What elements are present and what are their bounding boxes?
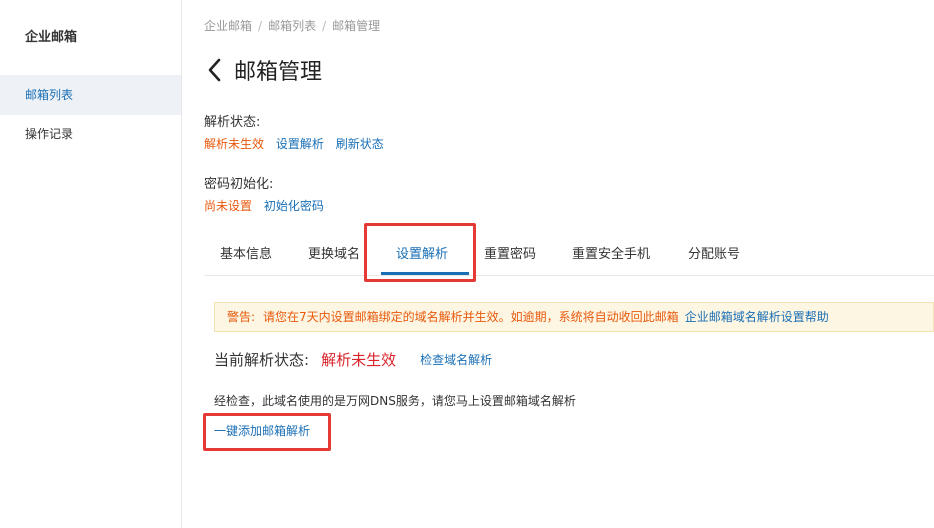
current-status-line: 当前解析状态: 解析未生效 检查域名解析	[214, 347, 492, 371]
breadcrumb-separator: /	[258, 19, 263, 33]
breadcrumb-item-enterprise-mail[interactable]: 企业邮箱	[204, 19, 252, 33]
chevron-left-icon[interactable]	[204, 56, 224, 84]
resolve-help-link[interactable]: 企业邮箱域名解析设置帮助	[685, 310, 829, 324]
warning-text: 请您在7天内设置邮箱绑定的域名解析并生效。如逾期，系统将自动收回此邮箱	[263, 310, 679, 324]
tab-change-domain[interactable]: 更换域名	[308, 236, 360, 276]
page-title: 邮箱管理	[234, 60, 323, 85]
current-status-value: 解析未生效	[321, 350, 397, 369]
set-resolve-link[interactable]: 设置解析	[276, 137, 324, 151]
warning-label: 警告:	[227, 310, 256, 324]
breadcrumb-separator: /	[322, 19, 327, 33]
tab-reset-security-phone[interactable]: 重置安全手机	[572, 236, 650, 276]
check-domain-resolve-link[interactable]: 检查域名解析	[420, 351, 492, 368]
password-init-label: 密码初始化:	[204, 177, 274, 192]
sidebar-brand: 企业邮箱	[25, 30, 78, 45]
password-init-row: 尚未设置 初始化密码	[204, 197, 332, 214]
check-result-message: 经检查，此域名使用的是万网DNS服务，请您马上设置邮箱域名解析	[214, 394, 576, 408]
tab-bar: 基本信息 更换域名 设置解析 重置密码 重置安全手机 分配账号	[204, 236, 934, 276]
current-status-label: 当前解析状态:	[214, 350, 310, 369]
breadcrumb-item-mailbox-list[interactable]: 邮箱列表	[268, 19, 316, 33]
tab-assign-account[interactable]: 分配账号	[688, 236, 740, 276]
resolve-status-row: 解析未生效 设置解析 刷新状态	[204, 135, 392, 152]
breadcrumb: 企业邮箱 / 邮箱列表 / 邮箱管理	[204, 17, 380, 34]
breadcrumb-item-mailbox-manage: 邮箱管理	[332, 19, 381, 33]
resolve-status-label: 解析状态:	[204, 115, 261, 130]
active-tab-indicator	[381, 272, 469, 275]
sidebar-item-operation-log[interactable]: 操作记录	[0, 114, 181, 154]
page-header: 邮箱管理	[204, 54, 322, 86]
sidebar: 企业邮箱 邮箱列表 操作记录	[0, 0, 182, 528]
refresh-status-link[interactable]: 刷新状态	[336, 137, 384, 151]
resolve-status-value: 解析未生效	[204, 137, 265, 151]
sidebar-item-mailbox-list[interactable]: 邮箱列表	[0, 75, 181, 115]
one-click-add-resolve-link[interactable]: 一键添加邮箱解析	[214, 422, 310, 439]
tab-set-resolve[interactable]: 设置解析	[396, 236, 448, 276]
password-init-value: 尚未设置	[204, 199, 253, 213]
tab-reset-password[interactable]: 重置密码	[484, 236, 536, 276]
main-content: 企业邮箱 / 邮箱列表 / 邮箱管理 邮箱管理 解析状态: 解析未生效 设置解析 刷新状…	[204, 0, 934, 528]
tab-basic-info[interactable]: 基本信息	[220, 236, 272, 276]
warning-alert: 警告: 请您在7天内设置邮箱绑定的域名解析并生效。如逾期，系统将自动收回此邮箱 企业…	[214, 302, 934, 332]
init-password-link[interactable]: 初始化密码	[264, 199, 324, 213]
